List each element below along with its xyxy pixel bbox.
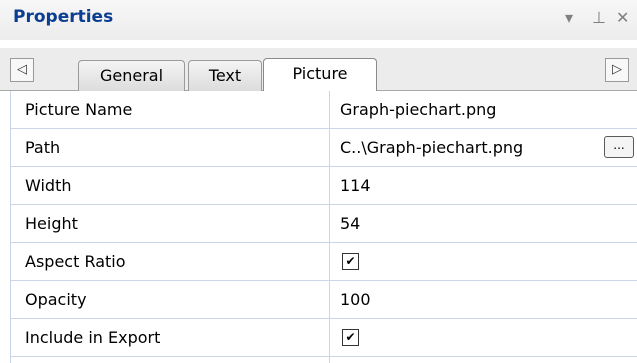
checkmark-icon: ✔ <box>345 330 356 344</box>
include-in-export-checkbox[interactable]: ✔ <box>342 329 359 346</box>
property-value[interactable]: C..\Graph-piechart.png <box>340 129 523 166</box>
tab-scroll-left-button[interactable]: ◁ <box>10 58 34 82</box>
tab-general[interactable]: General <box>78 60 185 91</box>
property-name: Picture Name <box>25 100 133 119</box>
tab-label: Text <box>208 66 242 85</box>
property-row-path[interactable]: Path C..\Graph-piechart.png ... <box>11 129 637 167</box>
browse-button[interactable]: ... <box>604 136 634 158</box>
property-grid: Picture Name Graph-piechart.png Path C..… <box>10 91 637 363</box>
ellipsis-icon: ... <box>613 138 625 152</box>
triangle-right-icon: ▷ <box>612 62 622 77</box>
property-row-aspect-ratio[interactable]: Aspect Ratio ✔ <box>11 243 637 281</box>
panel-title: Properties <box>13 7 114 27</box>
checkmark-icon: ✔ <box>345 254 356 268</box>
tab-picture[interactable]: Picture <box>263 58 377 91</box>
property-name: Aspect Ratio <box>25 252 126 271</box>
property-row-include-in-export[interactable]: Include in Export ✔ <box>11 319 637 357</box>
property-value[interactable]: 54 <box>340 205 360 242</box>
tab-text[interactable]: Text <box>188 60 262 91</box>
property-name: Include in Export <box>25 328 161 347</box>
tab-label: General <box>99 66 164 85</box>
property-row-height[interactable]: Height 54 <box>11 205 637 243</box>
triangle-left-icon: ◁ <box>17 62 27 77</box>
property-value[interactable]: 100 <box>340 281 371 318</box>
pin-icon[interactable]: ⊥ <box>592 10 606 26</box>
property-row-width[interactable]: Width 114 <box>11 167 637 205</box>
property-name: Width <box>25 176 72 195</box>
property-row-picture-name[interactable]: Picture Name Graph-piechart.png <box>11 91 637 129</box>
tab-label: Picture <box>292 64 348 83</box>
property-name: Height <box>25 214 78 233</box>
property-value[interactable]: 114 <box>340 167 371 204</box>
properties-title-bar: Properties ▾ ⊥ ✕ <box>0 0 637 40</box>
tab-strip: ◁ General Text Picture ▷ <box>0 48 637 91</box>
property-name: Path <box>25 138 61 157</box>
aspect-ratio-checkbox[interactable]: ✔ <box>342 253 359 270</box>
property-value[interactable]: Graph-piechart.png <box>340 91 496 128</box>
close-icon[interactable]: ✕ <box>616 10 629 26</box>
property-row-opacity[interactable]: Opacity 100 <box>11 281 637 319</box>
dropdown-arrow-icon[interactable]: ▾ <box>565 10 573 26</box>
property-name: Opacity <box>25 290 87 309</box>
tab-scroll-right-button[interactable]: ▷ <box>605 58 629 82</box>
